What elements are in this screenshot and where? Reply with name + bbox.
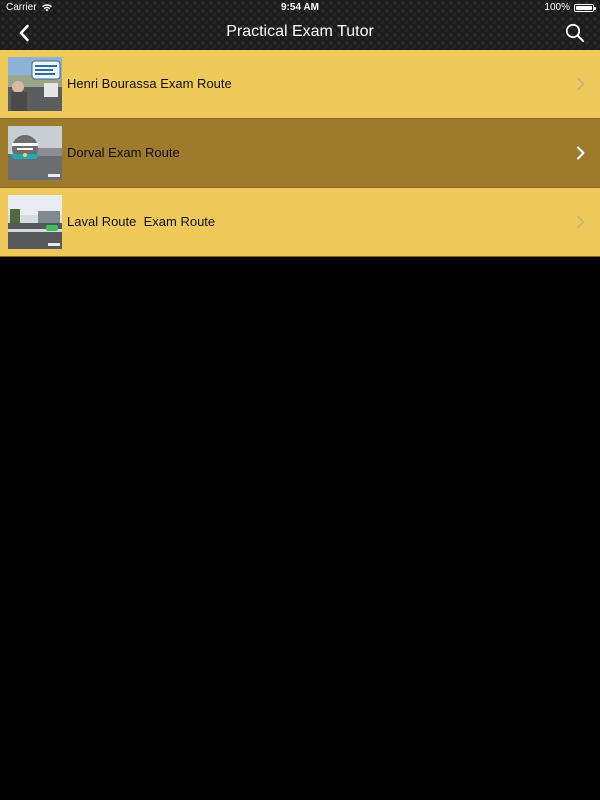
route-label: Dorval Exam Route (67, 145, 180, 160)
route-row-laval[interactable]: Laval Route Exam Route (0, 188, 600, 257)
app-screen: Carrier 9:54 AM 100% Practical Exam Tuto… (0, 0, 600, 800)
route-label: Henri Bourassa Exam Route (67, 76, 232, 91)
route-row-henri-bourassa[interactable]: Henri Bourassa Exam Route (0, 50, 600, 119)
route-thumbnail (8, 195, 62, 249)
chevron-right-icon (577, 77, 585, 91)
status-battery: 100% (544, 2, 596, 13)
page-title: Practical Exam Tutor (226, 23, 374, 40)
route-thumbnail (8, 126, 62, 180)
route-label: Laval Route Exam Route (67, 214, 216, 229)
route-list: Henri Bourassa Exam Route Dorval Exam Ro… (0, 50, 600, 257)
status-bar: Carrier 9:54 AM 100% (0, 0, 600, 16)
route-row-dorval[interactable]: Dorval Exam Route (0, 119, 600, 188)
battery-fill (576, 5, 592, 10)
navigation-bar: Practical Exam Tutor (0, 16, 600, 50)
battery-icon (574, 3, 596, 12)
chevron-right-icon (577, 215, 585, 229)
search-icon (565, 23, 585, 43)
route-thumbnail (8, 57, 62, 111)
top-bar: Carrier 9:54 AM 100% Practical Exam Tuto… (0, 0, 600, 50)
chevron-right-icon (577, 146, 585, 160)
battery-percent: 100% (544, 2, 570, 13)
search-button[interactable] (562, 21, 588, 45)
status-time: 9:54 AM (281, 2, 319, 13)
